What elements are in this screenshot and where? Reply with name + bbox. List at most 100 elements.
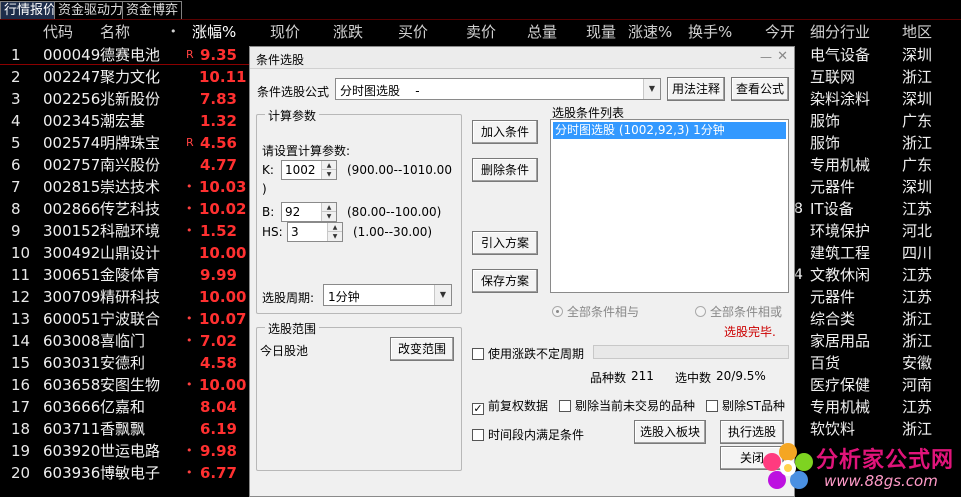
scope-group: 选股范围 今日股池 改变范围 [256,320,462,471]
col-turnover[interactable]: 换手% [688,22,732,42]
row-index: 8 [11,200,21,218]
col-speed[interactable]: 涨速% [628,22,672,42]
stock-name: 亿嘉和 [100,398,146,416]
row-index: 1 [11,46,21,64]
spin-down-icon[interactable]: ▼ [327,232,342,241]
row-index: 18 [11,420,31,438]
col-name[interactable]: 名称 [100,22,130,42]
stock-code: 300492 [43,244,101,262]
delete-condition-button[interactable]: 删除条件 [472,158,538,182]
col-pct[interactable]: 涨幅% [192,22,236,42]
to-block-button[interactable]: 选股入板块 [634,420,706,444]
row-index: 4 [11,112,21,130]
table-header: 代码 名称 • 涨幅% 现价 涨跌 买价 卖价 总量 现量 涨速% 换手% 今开… [0,22,961,42]
usage-note-button[interactable]: 用法注释 [667,77,725,101]
row-index: 15 [11,354,31,372]
radio-all-or[interactable]: 全部条件相或 [695,303,782,320]
row-index: 13 [11,310,31,328]
stock-name: 安图生物 [100,376,161,394]
region: 江苏 [902,398,933,416]
formula-select[interactable]: 分时图选股 - ▼ [335,78,661,100]
col-ask[interactable]: 卖价 [466,22,496,42]
radio-all-and-label: 全部条件相与 [567,305,640,319]
region: 浙江 [902,332,933,350]
industry: 元器件 [810,288,856,306]
change-pct: 10.11 [199,68,247,86]
change-pct: 4.58 [199,354,237,372]
minimize-icon[interactable]: — [760,50,772,64]
stock-code: 600051 [43,310,101,328]
save-plan-button[interactable]: 保存方案 [472,269,538,293]
industry: 家居用品 [810,332,871,350]
row-marker: • [186,312,193,325]
row-index: 11 [11,266,31,284]
import-plan-button[interactable]: 引入方案 [472,231,538,255]
row-index: 14 [11,332,31,350]
chevron-down-icon[interactable]: ▼ [434,285,451,305]
change-pct: 6.19 [199,420,237,438]
col-code[interactable]: 代码 [43,22,73,42]
spin-up-icon[interactable]: ▲ [327,223,342,232]
radio-dot-icon [552,306,563,317]
view-formula-button[interactable]: 查看公式 [731,77,789,101]
region: 江苏 [902,288,933,306]
spin-down-icon[interactable]: ▼ [321,170,336,179]
chevron-down-icon[interactable]: ▼ [643,79,660,99]
col-now[interactable]: 现价 [270,22,300,42]
stock-name: 德赛电池 [100,46,161,64]
col-cur[interactable]: 现量 [586,22,616,42]
watermark: 分析家公式网 www.88gs.com [758,440,961,497]
param-k-value: 1002 [285,163,316,177]
stock-code: 603711 [43,420,101,438]
tab-quotes[interactable]: 行情报价 [0,1,61,19]
radio-all-and[interactable]: 全部条件相与 [552,303,639,320]
stock-code: 603666 [43,398,101,416]
col-chg[interactable]: 涨跌 [333,22,363,42]
add-condition-button[interactable]: 加入条件 [472,120,538,144]
close-icon[interactable]: ✕ [777,49,788,64]
param-k-spinner[interactable]: 1002 ▲ ▼ [281,160,337,180]
param-b-spinner[interactable]: 92 ▲ ▼ [281,202,337,222]
stock-name: 潮宏基 [100,112,146,130]
col-region[interactable]: 地区 [902,22,932,42]
param-hs-spinner[interactable]: 3 ▲ ▼ [287,222,343,242]
dialog-titlebar[interactable]: 条件选股 — ✕ [250,47,794,69]
col-vol[interactable]: 总量 [527,22,557,42]
use-period-checkbox[interactable]: 使用涨跌不定周期 [472,345,584,362]
stock-code: 000049 [43,46,101,64]
change-scope-button[interactable]: 改变范围 [390,337,454,361]
fq-checkbox[interactable]: ✓ 前复权数据 [472,397,548,415]
change-pct: 7.83 [199,90,237,108]
tab-capital-game[interactable]: 资金博弈 [122,1,183,19]
change-pct: 10.07 [199,310,247,328]
col-open[interactable]: 今开 [765,22,795,42]
exclude-st-checkbox[interactable]: 剔除ST品种 [706,397,785,414]
selected-label: 选中数 [675,371,712,385]
stock-name: 喜临门 [100,332,146,350]
region: 广东 [902,156,933,174]
stock-name: 安德利 [100,354,146,372]
radio-dot-icon [695,306,706,317]
stock-name: 科融环境 [100,222,161,240]
period-select[interactable]: 1分钟 ▼ [323,284,452,306]
spin-up-icon[interactable]: ▲ [321,203,336,212]
stock-code: 002757 [43,156,101,174]
time-range-checkbox[interactable]: 时间段内满足条件 [472,426,584,443]
watermark-url: www.88gs.com [824,472,938,490]
condition-list[interactable]: 分时图选股 (1002,92,3) 1分钟 [550,119,789,293]
spin-up-icon[interactable]: ▲ [321,161,336,170]
exclude-untraded-checkbox[interactable]: 剔除当前未交易的品种 [559,397,695,414]
change-pct: 4.56 [199,134,237,152]
watermark-title: 分析家公式网 [816,448,955,473]
tab-capital-drive[interactable]: 资金驱动力 [54,1,128,19]
industry: 环境保护 [810,222,871,240]
list-item[interactable]: 分时图选股 (1002,92,3) 1分钟 [553,122,786,139]
col-industry[interactable]: 细分行业 [810,22,870,42]
row-index: 20 [11,464,31,482]
spin-down-icon[interactable]: ▼ [321,212,336,221]
col-bid[interactable]: 买价 [398,22,428,42]
selected-value: 20/9.5% [716,369,766,383]
row-marker: • [186,378,193,391]
calc-params-title: 计算参数 [265,107,320,124]
change-pct: 9.98 [199,442,237,460]
